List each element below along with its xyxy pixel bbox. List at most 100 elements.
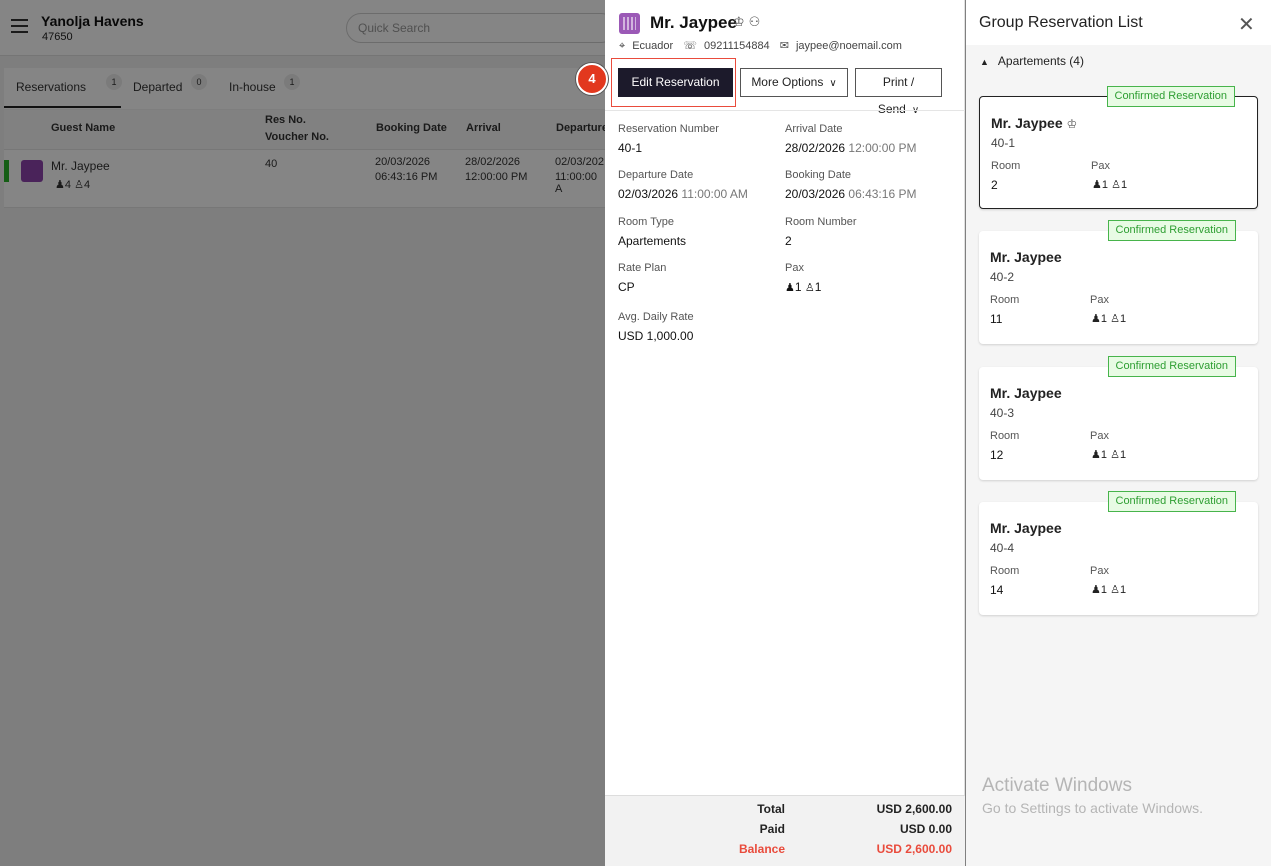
group-title: Group Reservation List: [979, 14, 1143, 31]
status-badge: Confirmed Reservation: [1107, 356, 1236, 377]
balance-value: USD 2,600.00: [876, 842, 952, 856]
field-label: Booking Date: [785, 169, 852, 181]
email: jaypee@noemail.com: [795, 40, 902, 52]
room-label: Room: [991, 160, 1021, 172]
room-label: Room: [990, 430, 1020, 442]
room-number-field: Room Number 2: [785, 216, 857, 248]
hotel-icon: [619, 13, 640, 34]
field-label: Room Type: [618, 216, 675, 228]
adult-count: 1: [794, 280, 802, 294]
card-guest-name: Mr. Jaypee: [990, 249, 1062, 265]
field-value: 20/03/2026 06:43:16 PM: [785, 187, 916, 201]
room-value: 12: [990, 448, 1004, 462]
more-options-label: More Options: [751, 75, 824, 89]
card-res-no: 40-4: [990, 541, 1015, 555]
card-res-no: 40-2: [990, 270, 1015, 284]
child-icon: ♙: [804, 282, 815, 294]
field-value: 40-1: [618, 141, 643, 155]
room-type-section-toggle[interactable]: ▲ Apartements (4): [980, 54, 1084, 68]
field-value: Apartements: [618, 234, 687, 248]
arrival-time: 12:00:00 PM: [848, 141, 917, 155]
guest-contact: ⌖ Ecuador ☏ 09211154884 ✉ jaypee@noemail.co…: [619, 39, 909, 53]
room-value: 11: [990, 312, 1003, 326]
email-icon: ✉: [779, 40, 789, 52]
child-icon: ♙: [1110, 584, 1120, 596]
guest-profile-icon[interactable]: ⚇: [749, 14, 765, 29]
group-reservation-card[interactable]: Confirmed Reservation Mr. Jaypee ♔ 40-1 …: [979, 86, 1258, 209]
phone: 09211154884: [704, 40, 770, 52]
room-value: 2: [991, 178, 998, 192]
location-icon: ⌖: [619, 40, 626, 52]
group-reservation-card[interactable]: Confirmed Reservation Mr. Jaypee 40-4 Ro…: [979, 491, 1258, 615]
pax-label: Pax: [1090, 430, 1109, 442]
pax-value: ♟1 ♙1: [1091, 312, 1126, 325]
paid-value: USD 0.00: [899, 822, 952, 836]
pax-label: Pax: [1090, 294, 1109, 306]
arrival-date-field: Arrival Date 28/02/2026 12:00:00 PM: [785, 123, 916, 155]
total-label: Total: [757, 802, 785, 816]
reservation-detail-panel: Mr. Jaypee ♔⚇ ⌖ Ecuador ☏ 09211154884 ✉ jay…: [576, 0, 965, 866]
pax-field: Pax ♟1 ♙1: [785, 262, 821, 294]
pax-label: Pax: [1091, 160, 1110, 172]
field-value: CP: [618, 280, 635, 294]
guest-icons: ♔⚇: [733, 14, 764, 30]
vip-crown-icon[interactable]: ♔: [733, 14, 749, 29]
group-reservation-card[interactable]: Confirmed Reservation Mr. Jaypee 40-3 Ro…: [979, 356, 1258, 480]
close-icon[interactable]: ✕: [1238, 15, 1255, 35]
phone-icon: ☏: [683, 40, 698, 52]
guest-name: Mr. Jaypee: [991, 115, 1063, 131]
card-res-no: 40-1: [991, 136, 1016, 150]
child-icon: ♙: [1110, 449, 1120, 461]
step-number-badge: 4: [576, 63, 608, 95]
section-title: Apartements (4): [997, 54, 1084, 68]
field-label: Pax: [785, 262, 804, 274]
child-count: 1: [1119, 584, 1127, 596]
field-value: 02/03/2026 11:00:00 AM: [618, 187, 748, 201]
booking-date: 20/03/2026: [785, 187, 846, 201]
card-guest-name: Mr. Jaypee: [990, 385, 1062, 401]
modal-overlay[interactable]: [0, 0, 605, 866]
guest-name: Mr. Jaypee: [650, 13, 737, 32]
adult-icon: ♟: [1091, 584, 1101, 596]
more-options-button[interactable]: More Options ∨: [740, 68, 848, 97]
field-value: 2: [785, 234, 792, 248]
room-label: Room: [990, 565, 1020, 577]
divider: [605, 110, 965, 111]
pax-value: ♟1 ♙1: [1091, 448, 1126, 461]
country: Ecuador: [632, 40, 674, 52]
departure-time: 11:00:00 AM: [681, 187, 748, 201]
balance-label: Balance: [738, 842, 785, 856]
room-value: 14: [990, 583, 1004, 597]
field-label: Room Number: [785, 216, 857, 228]
watermark-subtitle: Go to Settings to activate Windows.: [982, 800, 1203, 816]
status-badge: Confirmed Reservation: [1107, 491, 1236, 512]
pax-value: ♟1 ♙1: [1092, 178, 1127, 191]
field-value: ♟1 ♙1: [785, 280, 821, 294]
field-label: Reservation Number: [618, 123, 719, 135]
adult-icon: ♟: [785, 282, 795, 294]
card-res-no: 40-3: [990, 406, 1015, 420]
reservation-number-field: Reservation Number 40-1: [618, 123, 719, 155]
group-header: Group Reservation List ✕: [966, 0, 1271, 45]
child-count: 1: [1119, 449, 1127, 461]
pax-value: ♟1 ♙1: [1091, 583, 1126, 596]
departure-date: 02/03/2026: [618, 187, 679, 201]
status-badge: Confirmed Reservation: [1106, 86, 1235, 107]
watermark-title: Activate Windows: [982, 775, 1132, 796]
child-icon: ♙: [1111, 179, 1121, 191]
adult-icon: ♟: [1092, 179, 1102, 191]
field-label: Avg. Daily Rate: [618, 311, 694, 323]
rate-plan-field: Rate Plan CP: [618, 262, 666, 294]
vip-crown-icon: ♔: [1066, 117, 1078, 131]
total-value: USD 2,600.00: [876, 802, 952, 816]
paid-row: Paid USD 0.00: [605, 822, 965, 838]
field-label: Arrival Date: [785, 123, 843, 135]
adult-count: 1: [1100, 449, 1107, 461]
balance-row: Balance USD 2,600.00: [605, 842, 965, 858]
print-send-button[interactable]: Print / Send∨: [855, 68, 942, 116]
collapse-triangle-icon: ▲: [980, 57, 989, 67]
adult-icon: ♟: [1091, 449, 1101, 461]
group-reservation-card[interactable]: Confirmed Reservation Mr. Jaypee 40-2 Ro…: [979, 220, 1258, 344]
field-label: Departure Date: [618, 169, 694, 181]
edit-reservation-button[interactable]: Edit Reservation: [618, 68, 733, 97]
